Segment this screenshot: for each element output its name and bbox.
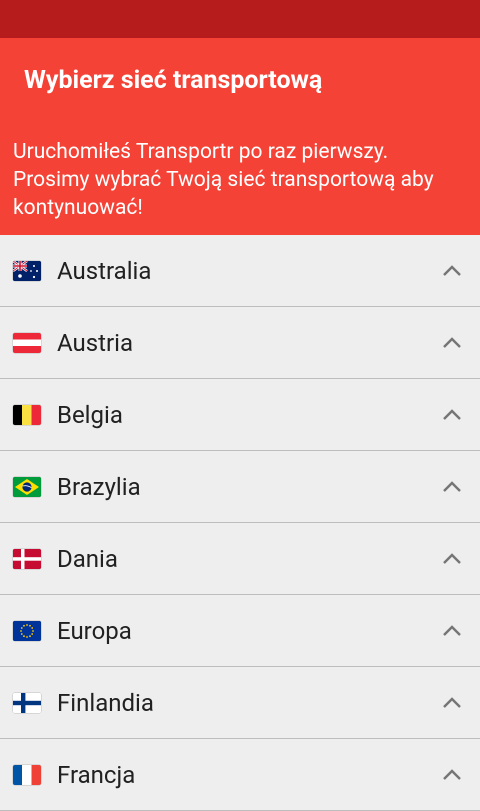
chevron-up-icon[interactable] — [442, 408, 462, 422]
finland-flag-icon — [13, 692, 41, 713]
list-item-finlandia[interactable]: Finlandia — [0, 667, 480, 739]
header: Wybierz sieć transportową Uruchomiłeś Tr… — [0, 38, 480, 235]
country-name: Brazylia — [57, 472, 141, 501]
chevron-up-icon[interactable] — [442, 552, 462, 566]
country-name: Finlandia — [57, 688, 154, 717]
belgium-flag-icon — [13, 404, 41, 425]
denmark-flag-icon — [13, 548, 41, 569]
list-item-europa[interactable]: Europa — [0, 595, 480, 667]
country-name: Austria — [57, 328, 134, 357]
chevron-up-icon[interactable] — [442, 696, 462, 710]
list-item-belgia[interactable]: Belgia — [0, 379, 480, 451]
country-name: Europa — [57, 616, 132, 645]
page-title: Wybierz sieć transportową — [24, 66, 323, 95]
list-item-francja[interactable]: Francja — [0, 739, 480, 811]
country-name: Belgia — [57, 400, 123, 429]
eu-flag-icon — [13, 620, 41, 641]
brazil-flag-icon — [13, 476, 41, 497]
france-flag-icon — [13, 764, 41, 785]
chevron-up-icon[interactable] — [442, 264, 462, 278]
status-bar — [0, 0, 480, 38]
list-item-brazylia[interactable]: Brazylia — [0, 451, 480, 523]
list-item-dania[interactable]: Dania — [0, 523, 480, 595]
austria-flag-icon — [13, 332, 41, 353]
country-list: Australia Austria Belgia Brazylia Dania … — [0, 235, 480, 811]
chevron-up-icon[interactable] — [442, 336, 462, 350]
country-name: Dania — [57, 544, 118, 573]
chevron-up-icon[interactable] — [442, 480, 462, 494]
chevron-up-icon[interactable] — [442, 624, 462, 638]
list-item-australia[interactable]: Australia — [0, 235, 480, 307]
country-name: Australia — [57, 256, 152, 285]
intro-text: Uruchomiłeś Transportr po raz pierwszy. … — [13, 140, 434, 220]
country-name: Francja — [57, 760, 136, 789]
australia-flag-icon — [13, 260, 41, 281]
chevron-up-icon[interactable] — [442, 768, 462, 782]
list-item-austria[interactable]: Austria — [0, 307, 480, 379]
